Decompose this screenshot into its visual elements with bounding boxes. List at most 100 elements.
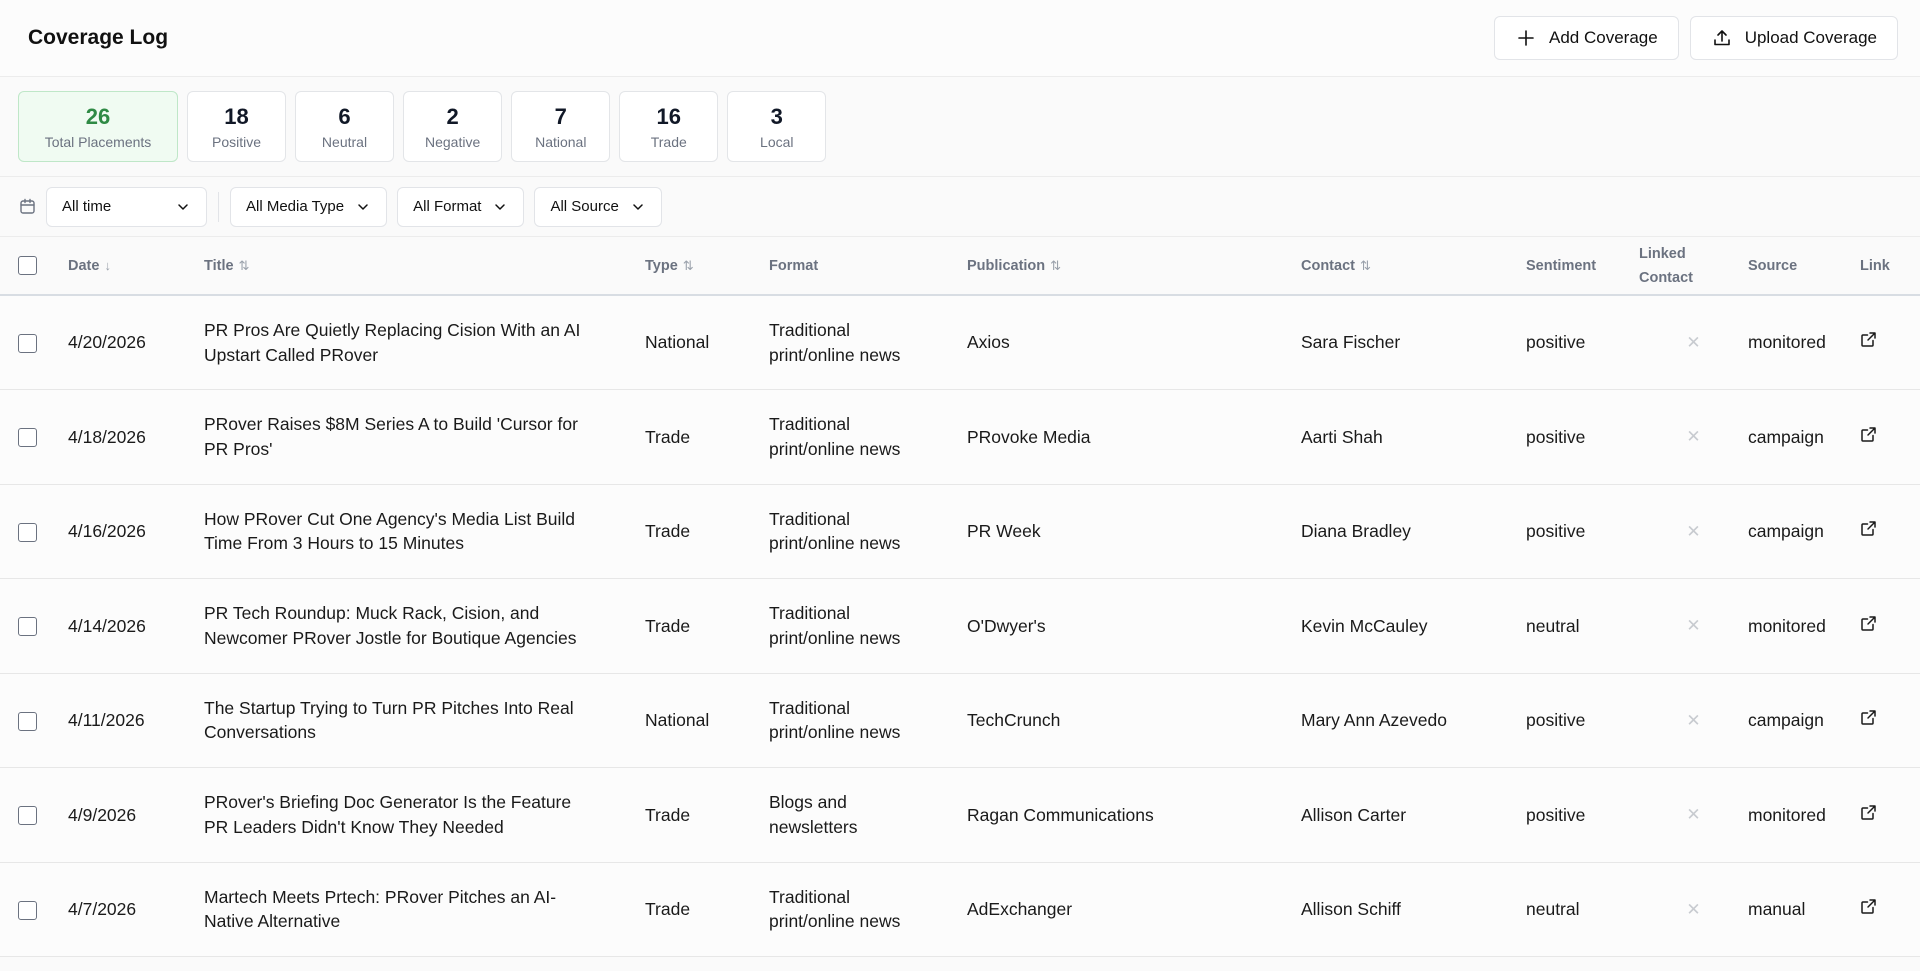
add-coverage-button[interactable]: Add Coverage [1494,16,1679,60]
title-cell[interactable]: PR Tech Roundup: Muck Rack, Cision, and N… [204,579,645,674]
format-line: Traditional [769,320,851,340]
title-cell[interactable]: PR Pros Are Quietly Replacing Cision Wit… [204,295,645,390]
source-value: All Source [550,198,619,215]
format-cell: Traditional print/online news [769,390,967,485]
sort-icon: ⇅ [1359,257,1371,273]
date-cell: 4/18/2026 [68,426,146,447]
row-checkbox[interactable] [18,334,37,354]
media-type-select[interactable]: All Media Type [230,186,388,227]
select-all-cell [0,237,68,295]
source-select[interactable]: All Source [534,186,662,227]
column-type[interactable]: Type ⇅ [645,237,769,295]
title-line: Native Alternative [204,911,341,932]
media-type-value: All Media Type [246,198,345,215]
link-cell [1860,579,1920,674]
table-row[interactable]: 4/18/2026 PRover Raises $8M Series A to … [0,389,1920,485]
row-checkbox[interactable] [18,711,37,731]
linked-contact-cell: ✕ [1639,390,1748,485]
stat-neutral[interactable]: 6 Neutral [295,91,394,162]
table-row[interactable]: 4/20/2026 PR Pros Are Quietly Replacing … [0,295,1920,390]
format-cell: Traditional print/online news [769,295,967,390]
stat-value: 26 [85,103,111,129]
table-row[interactable]: 4/9/2026 PRover's Briefing Doc Generator… [0,767,1920,863]
external-link-icon[interactable] [1860,519,1877,536]
source-cell: campaign [1748,521,1824,541]
column-contact[interactable]: Contact ⇅ [1301,237,1526,295]
x-icon: ✕ [1686,332,1701,352]
divider [218,191,219,222]
column-title[interactable]: Title ⇅ [204,237,645,295]
row-checkbox[interactable] [18,617,37,637]
title-cell[interactable]: PRover Raises $8M Series A to Build 'Cur… [204,390,645,485]
external-link-icon[interactable] [1860,425,1877,442]
title-cell[interactable]: Martech Meets Prtech: PRover Pitches an … [204,862,645,957]
row-checkbox[interactable] [18,428,37,448]
publication-cell: PRovoke Media [967,426,1091,447]
format-line: Blogs and [769,792,847,813]
table-header-row: Date ↓ Title ⇅ Type ⇅ Format Publication ⇅ C… [0,237,1920,295]
linked-contact-cell: ✕ [1639,768,1748,863]
column-source-label: Source [1748,257,1798,274]
type-cell: Trade [645,899,691,919]
stat-label: Trade [650,133,687,150]
title-line: PR Leaders Didn't Know They Needed [204,816,504,837]
source-cell: campaign [1748,426,1824,447]
column-sentiment: Sentiment [1526,237,1639,295]
upload-coverage-button[interactable]: Upload Coverage [1689,16,1898,60]
sort-desc-icon: ↓ [104,257,111,273]
date-cell: 4/9/2026 [68,804,137,825]
format-select[interactable]: All Format [397,186,525,227]
upload-coverage-label: Upload Coverage [1744,28,1877,47]
chevron-down-icon [178,203,188,210]
external-link-icon[interactable] [1860,897,1877,914]
filter-bar: All time All Media Type All Format All S… [0,177,1920,237]
source-cell: monitored [1748,332,1826,353]
source-cell: monitored [1748,804,1826,825]
sentiment-cell: positive [1526,521,1586,541]
row-checkbox[interactable] [18,522,37,542]
stat-value: 2 [446,103,459,129]
format-cell: Traditional print/online news [769,579,967,674]
external-link-icon[interactable] [1860,330,1877,347]
format-value: All Format [413,198,482,215]
stat-negative[interactable]: 2 Negative [403,91,503,162]
publication-cell: AdExchanger [967,899,1073,919]
stat-value: 3 [770,103,783,129]
table-row[interactable]: 4/14/2026 PR Tech Roundup: Muck Rack, Ci… [0,578,1920,674]
linked-contact-cell: ✕ [1639,484,1748,579]
sentiment-cell: positive [1526,332,1586,353]
title-cell[interactable]: How PRover Cut One Agency's Media List B… [204,484,645,579]
row-checkbox[interactable] [18,806,37,826]
title-cell[interactable]: The Startup Trying to Turn PR Pitches In… [204,673,645,768]
column-linked-label: Linked [1639,245,1686,262]
contact-cell: Allison Schiff [1301,899,1401,919]
table-row[interactable]: 4/11/2026 The Startup Trying to Turn PR … [0,673,1920,768]
x-icon: ✕ [1686,805,1701,824]
stat-total-placements[interactable]: 26 Total Placements [18,91,178,162]
stat-positive[interactable]: 18 Positive [187,91,286,162]
source-cell: manual [1748,899,1806,919]
row-select-cell [0,579,68,674]
time-range-select[interactable]: All time [46,186,207,227]
row-select-cell [0,862,68,957]
title-cell[interactable]: PRover's Briefing Doc Generator Is the F… [204,768,645,863]
chevron-down-icon [358,203,368,210]
table-row[interactable]: 4/16/2026 How PRover Cut One Agency's Me… [0,484,1920,579]
column-publication[interactable]: Publication ⇅ [967,237,1301,295]
format-line: print/online news [769,438,901,459]
column-contact-label: Contact [1301,257,1355,274]
external-link-icon[interactable] [1860,708,1877,725]
row-checkbox[interactable] [18,900,37,920]
select-all-checkbox[interactable] [18,256,37,276]
external-link-icon[interactable] [1860,803,1877,820]
format-cell: Blogs and newsletters [769,768,967,863]
stat-local[interactable]: 3 Local [727,91,827,162]
table-row[interactable]: 4/7/2026 Martech Meets Prtech: PRover Pi… [0,862,1920,957]
stat-national[interactable]: 7 National [511,91,611,162]
column-date[interactable]: Date ↓ [68,237,204,295]
stat-trade[interactable]: 16 Trade [619,91,719,162]
link-cell [1860,673,1920,768]
external-link-icon[interactable] [1860,614,1877,631]
x-icon: ✕ [1686,710,1701,730]
header-actions: Add Coverage Upload Coverage [1494,16,1898,60]
